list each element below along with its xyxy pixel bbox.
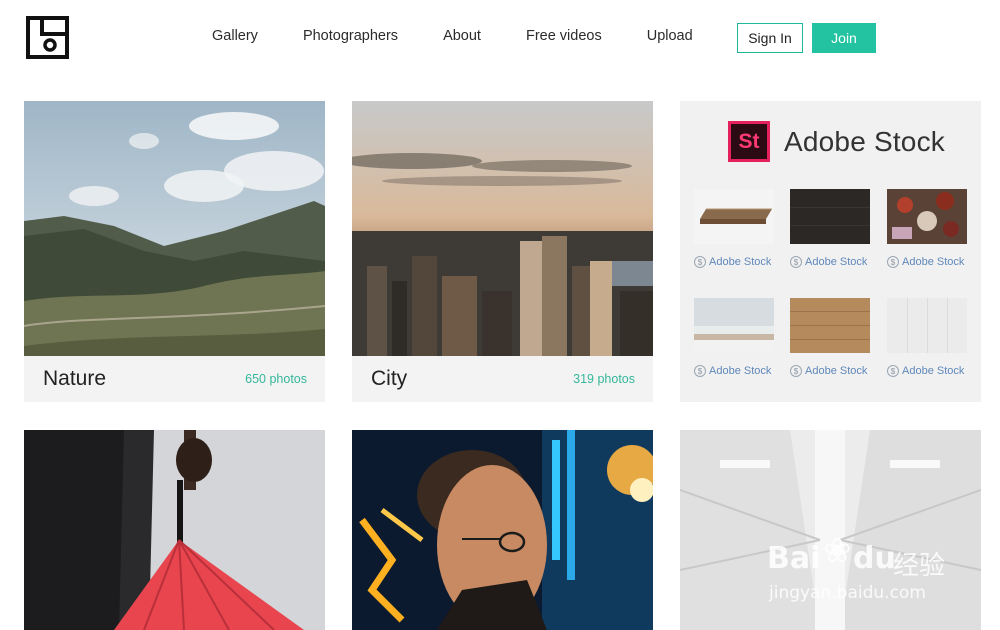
sign-in-button[interactable]: Sign In [737,23,803,53]
city-photo [352,101,653,356]
dollar-coin-icon: $ [887,256,899,268]
stock-link-label: Adobe Stock [902,365,965,377]
gallery-card-umbrella[interactable] [24,430,325,630]
gallery-card-architecture[interactable] [680,430,981,630]
adobe-stock-logo[interactable]: St Adobe Stock [728,121,945,162]
dollar-coin-icon: $ [887,365,899,377]
stock-link[interactable]: $ Adobe Stock [887,365,964,377]
stock-link-label: Adobe Stock [709,256,772,268]
photo-count: 650 photos [245,372,307,386]
category-title: City [371,367,408,390]
stock-link[interactable]: $ Adobe Stock [694,365,771,377]
join-button[interactable]: Join [812,23,876,53]
stock-link-label: Adobe Stock [805,256,868,268]
stock-thumbnail[interactable] [790,189,870,244]
category-title: Nature [43,367,107,390]
stock-link[interactable]: $ Adobe Stock [790,256,867,268]
umbrella-photo [24,430,325,630]
neon-portrait-photo [352,430,653,630]
stock-thumbnail[interactable] [887,298,967,353]
stock-link-label: Adobe Stock [902,256,965,268]
dollar-coin-icon: $ [790,365,802,377]
architecture-photo [680,430,981,630]
stock-thumbnail[interactable] [694,189,774,244]
dollar-coin-icon: $ [694,256,706,268]
adobe-stock-title: Adobe Stock [784,125,945,157]
nav-upload[interactable]: Upload [647,28,693,44]
dollar-coin-icon: $ [694,365,706,377]
photo-count: 319 photos [573,372,635,386]
stock-link-label: Adobe Stock [709,365,772,377]
dollar-coin-icon: $ [790,256,802,268]
header: Gallery Photographers About Free videos … [0,0,1000,80]
category-card-nature[interactable]: Nature 650 photos [24,101,325,402]
stock-link[interactable]: $ Adobe Stock [887,256,964,268]
stock-link[interactable]: $ Adobe Stock [790,365,867,377]
stock-link-label: Adobe Stock [805,365,868,377]
nav-free-videos[interactable]: Free videos [526,28,602,44]
nav-photographers[interactable]: Photographers [303,28,398,44]
adobe-stock-badge-icon: St [728,121,770,162]
category-caption: Nature 650 photos [24,356,325,402]
nav-about[interactable]: About [443,28,481,44]
gallery-card-neon-portrait[interactable] [352,430,653,630]
category-caption: City 319 photos [352,356,653,402]
nature-photo [24,101,325,356]
main-nav: Gallery Photographers About Free videos … [190,28,738,44]
stock-thumbnail[interactable] [694,298,774,353]
camera-logo-icon[interactable] [24,14,71,61]
category-card-city[interactable]: City 319 photos [352,101,653,402]
nav-gallery[interactable]: Gallery [212,28,258,44]
stock-thumbnail[interactable] [887,189,967,244]
stock-thumbnail[interactable] [790,298,870,353]
stock-link[interactable]: $ Adobe Stock [694,256,771,268]
adobe-stock-panel[interactable]: St Adobe Stock $ Adobe Stock $ Adobe Sto… [680,101,981,402]
